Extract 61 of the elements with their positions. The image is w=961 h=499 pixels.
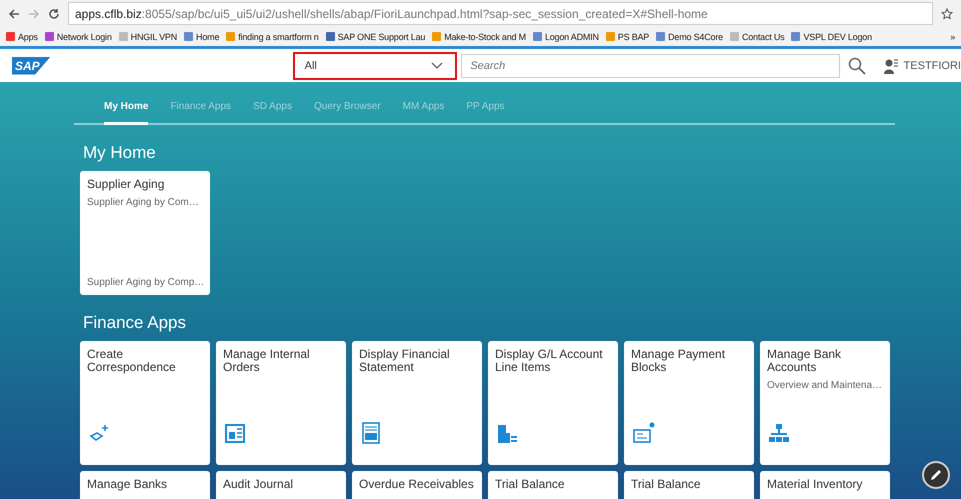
bookmark-link[interactable]: Make-to-Stock and M <box>432 32 526 42</box>
address-bar[interactable]: apps.cflb.biz:8055/sap/bc/ui5_ui5/ui2/ushell/shells/abap/FioriLaunchpad.html?sap-sec_session_created=X#Shell-home <box>68 2 933 25</box>
bookmark-link[interactable]: finding a smartform n <box>226 32 319 42</box>
tile-title: Manage Payment Blocks <box>631 348 726 374</box>
app-tile[interactable]: Audit Journal <box>216 471 346 499</box>
app-tile[interactable]: Manage Banks <box>80 471 210 499</box>
tile-title: Audit Journal <box>223 478 294 491</box>
app-tile[interactable]: Material Inventory <box>760 471 890 499</box>
tile-title: Supplier Aging <box>87 178 166 191</box>
tile-title: Trial Balance <box>631 478 702 491</box>
reload-icon[interactable] <box>48 8 60 20</box>
app-tile[interactable]: Display G/L Account Line Items <box>488 341 618 465</box>
user-icon[interactable] <box>884 58 898 74</box>
document-icon <box>359 422 383 444</box>
bookmark-link[interactable]: SAP ONE Support Lau <box>326 32 426 42</box>
group-heading: My Home <box>83 143 157 163</box>
app-tile[interactable]: Manage Bank Accounts Overview and Maintena… <box>760 341 890 465</box>
search-icon[interactable] <box>848 56 866 74</box>
app-tile[interactable]: Overdue Receivables <box>352 471 482 499</box>
bookmark-link[interactable]: Logon ADMIN <box>532 32 599 42</box>
bookmark-link[interactable]: HNGIL VPN <box>118 32 178 42</box>
tile-subtitle: Overview and Maintena… <box>767 380 883 391</box>
tile-title: Display G/L Account Line Items <box>495 348 604 374</box>
search-field[interactable]: Search <box>461 54 840 78</box>
tile-title: Create Correspondence <box>87 348 177 374</box>
app-tile[interactable]: Trial Balance <box>488 471 618 499</box>
app-tile[interactable]: Trial Balance <box>624 471 754 499</box>
app-tile[interactable]: Create Correspondence <box>80 341 210 465</box>
id-card-icon <box>223 422 247 444</box>
star-icon[interactable] <box>941 8 953 20</box>
tile-title: Manage Internal Orders <box>223 348 311 374</box>
tile-title: Display Financial Statement <box>359 348 451 374</box>
user-name[interactable]: TESTFIORI <box>904 60 961 72</box>
app-tile[interactable]: Manage Internal Orders <box>216 341 346 465</box>
bookmark-link[interactable]: Apps <box>6 32 38 42</box>
app-tile[interactable]: Supplier Aging Supplier Aging by Com… Supplier Aging by Comp… <box>80 171 210 295</box>
more-bookmarks-button[interactable]: » <box>950 32 955 42</box>
group-heading: Finance Apps <box>83 313 188 333</box>
tile-subtitle: Supplier Aging by Com… <box>87 197 200 208</box>
tile-title: Material Inventory <box>767 478 864 491</box>
bookmark-link[interactable]: Network Login <box>44 32 112 42</box>
tile-title: Manage Banks <box>87 478 168 491</box>
building-icon <box>495 422 519 444</box>
bookmark-link[interactable]: Home <box>184 32 220 42</box>
bookmark-link[interactable]: Contact Us <box>730 32 784 42</box>
chevron-icon <box>431 62 444 70</box>
back-icon[interactable] <box>8 8 20 20</box>
card-icon <box>631 422 655 444</box>
tile-title: Trial Balance <box>495 478 566 491</box>
tile-footer: Supplier Aging by Comp… <box>87 277 203 288</box>
scope-dropdown[interactable]: All <box>292 52 458 80</box>
app-tile[interactable]: Manage Payment Blocks <box>624 341 754 465</box>
hierarchy-icon <box>767 422 791 444</box>
bookmark-link[interactable]: Demo S4Core <box>656 32 723 42</box>
tile-title: Manage Bank Accounts <box>767 348 842 374</box>
bookmark-link[interactable]: VSPL DEV Logon <box>791 32 872 42</box>
pencil-icon <box>929 468 943 482</box>
bookmark-link[interactable]: PS BAP <box>606 32 650 42</box>
tile-title: Overdue Receivables <box>359 478 475 491</box>
app-tile[interactable]: Display Financial Statement <box>352 341 482 465</box>
sap-logo: SAP <box>12 56 51 74</box>
